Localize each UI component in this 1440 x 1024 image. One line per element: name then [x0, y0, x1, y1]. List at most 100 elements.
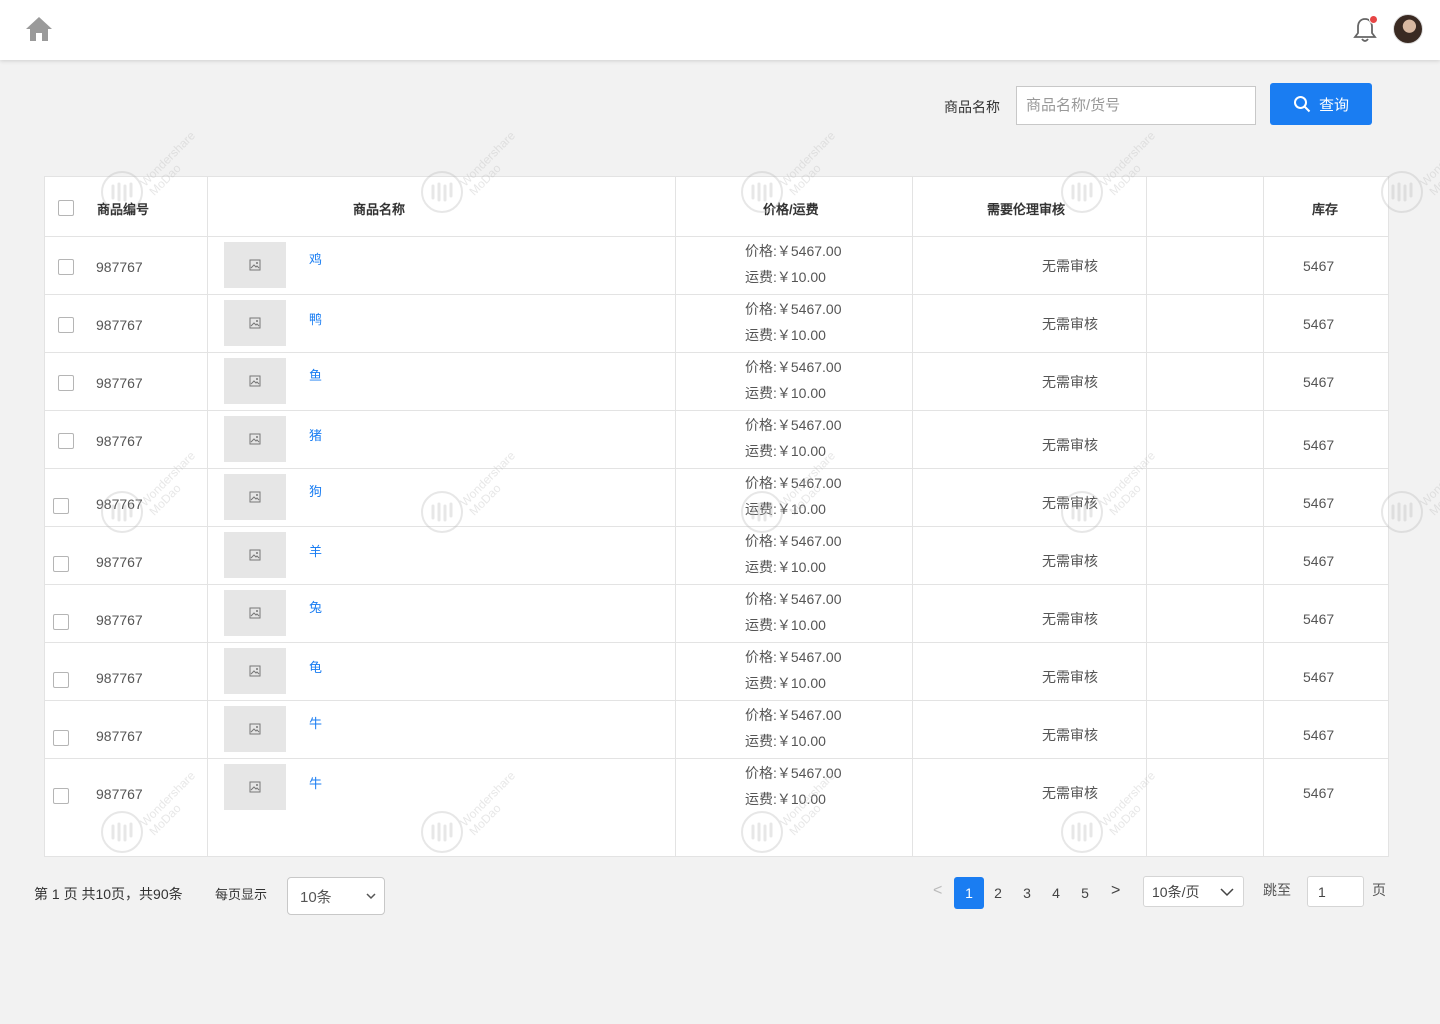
product-table: 商品编号 商品名称 价格/运费 需要伦理审核 库存 987767 鸡 价格:￥5… [44, 176, 1389, 857]
table-row: 987767 牛 价格:￥5467.00 运费:￥10.00 无需审核 5467 [45, 701, 1388, 759]
product-name-link[interactable]: 狗 [309, 481, 322, 500]
product-freight: 运费:￥10.00 [745, 733, 826, 749]
product-name-link[interactable]: 牛 [309, 773, 322, 792]
review-status: 无需审核 [1042, 727, 1098, 743]
per-page-label: 每页显示 [215, 887, 268, 902]
notification-bell-icon[interactable] [1352, 15, 1378, 43]
image-icon [249, 781, 261, 793]
image-icon [249, 723, 261, 735]
product-name-link[interactable]: 龟 [309, 657, 322, 676]
product-freight: 运费:￥10.00 [745, 791, 826, 807]
product-price: 价格:￥5467.00 [745, 765, 842, 781]
row-checkbox[interactable] [58, 433, 74, 449]
header-stock: 库存 [1312, 202, 1339, 217]
image-icon [249, 433, 261, 445]
product-name-link[interactable]: 猪 [309, 425, 322, 444]
product-price: 价格:￥5467.00 [745, 301, 842, 317]
product-thumbnail [224, 706, 286, 752]
product-freight: 运费:￥10.00 [745, 501, 826, 517]
per-page-select[interactable]: 10条 [287, 877, 385, 915]
row-checkbox[interactable] [53, 672, 69, 688]
page-3-button[interactable]: 3 [1012, 877, 1042, 909]
page-4-button[interactable]: 4 [1041, 877, 1071, 909]
table-row: 987767 狗 价格:￥5467.00 运费:￥10.00 无需审核 5467 [45, 469, 1388, 527]
image-icon [249, 259, 261, 271]
row-checkbox[interactable] [58, 317, 74, 333]
product-name-link[interactable]: 兔 [309, 597, 322, 616]
product-freight: 运费:￥10.00 [745, 443, 826, 459]
page-suffix-label: 页 [1372, 882, 1386, 898]
product-price: 价格:￥5467.00 [745, 533, 842, 549]
pagination-info: 第 1 页 共10页，共90条 [34, 886, 183, 902]
table-row: 987767 鸡 价格:￥5467.00 运费:￥10.00 无需审核 5467 [45, 237, 1388, 295]
table-row: 987767 猪 价格:￥5467.00 运费:￥10.00 无需审核 5467 [45, 411, 1388, 469]
header-name: 商品名称 [353, 202, 406, 217]
stock-value: 5467 [1303, 785, 1335, 801]
product-name-link[interactable]: 鸭 [309, 309, 322, 328]
page-5-button[interactable]: 5 [1070, 877, 1100, 909]
header-code: 商品编号 [97, 202, 150, 217]
product-freight: 运费:￥10.00 [745, 617, 826, 633]
watermark: Wondershare MoDao [1380, 420, 1440, 533]
user-avatar[interactable] [1393, 14, 1423, 44]
row-checkbox[interactable] [53, 556, 69, 572]
stock-value: 5467 [1303, 258, 1335, 274]
table-row: 987767 鸭 价格:￥5467.00 运费:￥10.00 无需审核 5467 [45, 295, 1388, 353]
stock-value: 5467 [1303, 495, 1335, 511]
row-checkbox[interactable] [58, 259, 74, 275]
row-checkbox[interactable] [58, 375, 74, 391]
table-row: 987767 鱼 价格:￥5467.00 运费:￥10.00 无需审核 5467 [45, 353, 1388, 411]
watermark-text: Wondershare [1417, 128, 1440, 190]
product-code: 987767 [96, 670, 143, 686]
stock-value: 5467 [1303, 727, 1335, 743]
jump-page-input[interactable]: 1 [1307, 876, 1364, 907]
page-size-select[interactable]: 10条/页 [1143, 876, 1244, 907]
image-icon [249, 375, 261, 387]
image-icon [249, 607, 261, 619]
chevron-down-icon [366, 893, 376, 900]
review-status: 无需审核 [1042, 437, 1098, 453]
product-search-input[interactable] [1016, 86, 1256, 125]
row-checkbox[interactable] [53, 614, 69, 630]
review-status: 无需审核 [1042, 611, 1098, 627]
home-icon[interactable] [24, 14, 54, 44]
search-icon [1293, 96, 1311, 113]
header-review: 需要伦理审核 [987, 202, 1066, 217]
product-name-link[interactable]: 羊 [309, 541, 322, 560]
stock-value: 5467 [1303, 437, 1335, 453]
product-thumbnail [224, 242, 286, 288]
prev-page-button[interactable]: < [933, 882, 942, 900]
image-icon [249, 491, 261, 503]
watermark-text: MoDao [1426, 161, 1440, 199]
review-status: 无需审核 [1042, 316, 1098, 332]
product-code: 987767 [96, 433, 143, 449]
search-label: 商品名称 [944, 99, 1000, 115]
page-2-button[interactable]: 2 [983, 877, 1013, 909]
product-price: 价格:￥5467.00 [745, 475, 842, 491]
stock-value: 5467 [1303, 553, 1335, 569]
product-thumbnail [224, 358, 286, 404]
row-checkbox[interactable] [53, 498, 69, 514]
search-button-label: 查询 [1318, 96, 1349, 114]
product-code: 987767 [96, 728, 143, 744]
image-icon [249, 665, 261, 677]
row-checkbox[interactable] [53, 788, 69, 804]
product-name-link[interactable]: 鱼 [309, 365, 322, 384]
row-checkbox[interactable] [53, 730, 69, 746]
image-icon [249, 549, 261, 561]
jump-page-value: 1 [1318, 883, 1326, 900]
page-size-value: 10条/页 [1152, 883, 1200, 900]
product-price: 价格:￥5467.00 [745, 417, 842, 433]
product-name-link[interactable]: 鸡 [309, 249, 322, 268]
search-button[interactable]: 查询 [1270, 83, 1372, 125]
next-page-button[interactable]: > [1111, 882, 1120, 900]
page-1-button[interactable]: 1 [954, 877, 984, 909]
product-name-link[interactable]: 牛 [309, 713, 322, 732]
product-freight: 运费:￥10.00 [745, 385, 826, 401]
table-row: 987767 羊 价格:￥5467.00 运费:￥10.00 无需审核 5467 [45, 527, 1388, 585]
product-thumbnail [224, 416, 286, 462]
product-thumbnail [224, 764, 286, 810]
select-all-checkbox[interactable] [58, 200, 74, 216]
watermark: Wondershare MoDao [1380, 100, 1440, 213]
review-status: 无需审核 [1042, 785, 1098, 801]
